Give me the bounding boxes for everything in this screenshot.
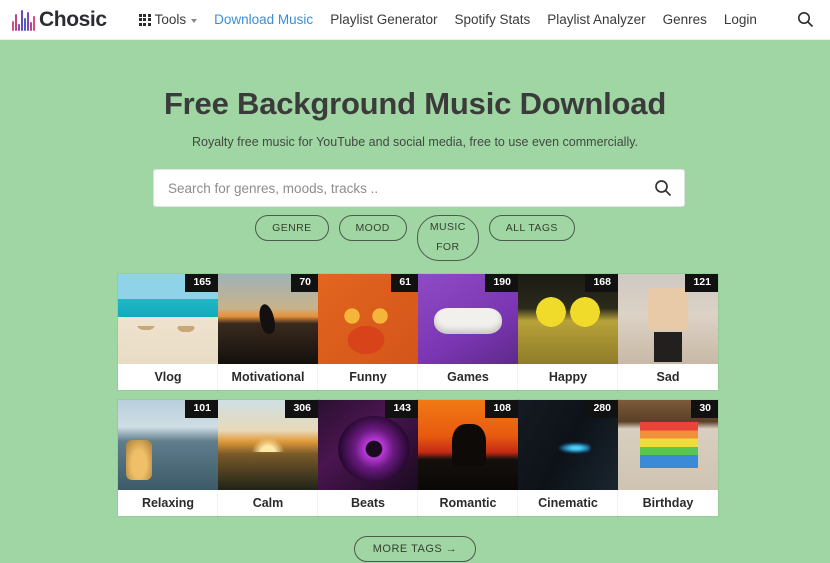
more-tags-container: MORE TAGS → (0, 536, 830, 562)
tag-card[interactable]: 30 Birthday (618, 400, 718, 516)
tag-thumbnail: 143 (318, 400, 418, 490)
nav-item-tools[interactable]: Tools (138, 12, 198, 27)
site-logo[interactable]: Chosic (12, 8, 107, 32)
tag-card[interactable]: 61 Funny (318, 274, 418, 390)
nav-item-login[interactable]: Login (724, 12, 757, 27)
tag-count-badge: 306 (285, 400, 318, 418)
nav-item-tools-label: Tools (154, 12, 187, 27)
filter-pill-genre[interactable]: GENRE (255, 215, 329, 241)
filter-pill-music-for[interactable]: MUSIC FOR (416, 215, 479, 261)
tag-name-label: Happy (548, 370, 588, 384)
tag-count-badge: 101 (185, 400, 218, 418)
tag-name-label: Calm (252, 496, 284, 510)
tag-card[interactable]: 168 Happy (518, 274, 618, 390)
tag-thumbnail: 165 (118, 274, 218, 364)
main-nav: Tools Download Music Playlist Generator … (138, 12, 757, 27)
logo-text: Chosic (39, 7, 107, 31)
tag-count-badge: 165 (185, 274, 218, 292)
filter-pill-all-tags[interactable]: ALL TAGS (488, 215, 575, 241)
tag-name-label: Cinematic (538, 496, 598, 510)
nav-item-playlist-analyzer[interactable]: Playlist Analyzer (547, 12, 645, 27)
page-title: Free Background Music Download (163, 86, 667, 121)
nav-item-genres[interactable]: Genres (663, 12, 707, 27)
site-header: Chosic Tools Download Music Playlist Gen… (0, 0, 830, 40)
tag-name-label: Romantic (439, 496, 497, 510)
tag-card[interactable]: 165 Vlog (118, 274, 218, 390)
tag-card[interactable]: 108 Romantic (418, 400, 518, 516)
search-input[interactable] (154, 180, 642, 196)
tag-count-badge: 121 (685, 274, 718, 292)
nav-item-download-music[interactable]: Download Music (214, 12, 313, 27)
tag-name-label: Birthday (642, 496, 694, 510)
tag-thumbnail: 168 (518, 274, 618, 364)
tag-card[interactable]: 143 Beats (318, 400, 418, 516)
tag-card[interactable]: 121 Sad (618, 274, 718, 390)
filter-pills: GENRE MOOD MUSIC FOR ALL TAGS (0, 215, 830, 261)
more-tags-button[interactable]: MORE TAGS → (353, 536, 477, 562)
tag-count-badge: 143 (385, 400, 418, 418)
chevron-down-icon (191, 18, 198, 23)
grid-apps-icon (138, 13, 151, 26)
tag-count-badge: 168 (585, 274, 618, 292)
filter-pill-music-for-line1: MUSIC (429, 221, 466, 234)
tag-count-badge: 61 (391, 274, 418, 292)
tag-thumbnail: 280 (518, 400, 618, 490)
tag-count-badge: 190 (485, 274, 518, 292)
tag-name-label: Relaxing (141, 496, 195, 510)
tag-count-badge: 280 (585, 400, 618, 418)
search-submit-button[interactable] (642, 170, 684, 206)
tag-card[interactable]: 306 Calm (218, 400, 318, 516)
nav-item-spotify-stats[interactable]: Spotify Stats (454, 12, 530, 27)
tag-card[interactable]: 101 Relaxing (118, 400, 218, 516)
sound-bars-icon (12, 9, 35, 31)
search-bar[interactable] (153, 169, 685, 207)
page-subtitle: Royalty free music for YouTube and socia… (191, 135, 639, 149)
search-icon (655, 180, 672, 197)
tag-name-label: Vlog (154, 370, 182, 384)
tag-card[interactable]: 190 Games (418, 274, 518, 390)
filter-pill-music-for-line2: FOR (436, 241, 460, 253)
tag-name-label: Beats (350, 496, 386, 510)
tag-count-badge: 70 (291, 274, 318, 292)
tag-card[interactable]: 280 Cinematic (518, 400, 618, 516)
tag-name-label: Funny (349, 370, 387, 384)
tag-count-badge: 108 (485, 400, 518, 418)
tag-count-badge: 30 (691, 400, 718, 418)
tag-card[interactable]: 70 Motivational (218, 274, 318, 390)
tag-card-grid: 165 Vlog 70 Motivational 61 Funny 190 Games 168 H… (118, 274, 718, 516)
tag-thumbnail: 121 (618, 274, 718, 364)
filter-pill-mood[interactable]: MOOD (338, 215, 407, 241)
tag-thumbnail: 70 (218, 274, 318, 364)
tag-name-label: Motivational (231, 370, 305, 384)
tag-thumbnail: 30 (618, 400, 718, 490)
tag-thumbnail: 190 (418, 274, 518, 364)
tag-thumbnail: 101 (118, 400, 218, 490)
tag-thumbnail: 306 (218, 400, 318, 490)
header-search-icon[interactable] (797, 11, 814, 33)
tag-thumbnail: 61 (318, 274, 418, 364)
tag-thumbnail: 108 (418, 400, 518, 490)
tag-name-label: Games (447, 370, 489, 384)
nav-item-playlist-generator[interactable]: Playlist Generator (330, 12, 437, 27)
tag-name-label: Sad (656, 370, 680, 384)
